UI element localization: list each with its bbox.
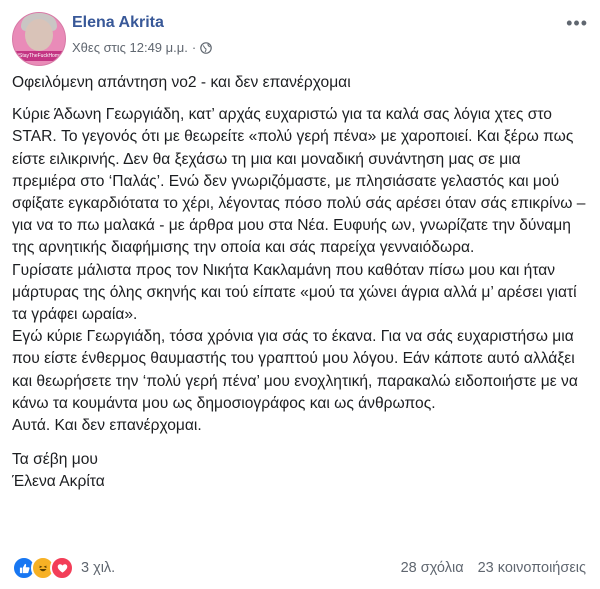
love-icon[interactable]: [50, 556, 74, 580]
post-title: Οφειλόμενη απάντηση νο2 - και δεν επανέρ…: [12, 74, 351, 91]
reactions-count[interactable]: 3 χιλ.: [81, 560, 115, 576]
post-content: Οφειλόμενη απάντηση νο2 - και δεν επανέρ…: [12, 72, 586, 494]
post-paragraph: Γυρίσατε μάλιστα προς τον Νικήτα Κακλαμά…: [12, 261, 577, 324]
author-name[interactable]: Elena Akrita: [72, 14, 164, 32]
signoff-line: Τα σέβη μου: [12, 451, 98, 469]
reactions-summary[interactable]: 3 χιλ.: [12, 556, 115, 580]
meta-separator: ·: [191, 40, 197, 55]
avatar-face: [25, 19, 53, 51]
more-options-icon[interactable]: •••: [566, 14, 588, 32]
globe-icon[interactable]: [200, 41, 213, 54]
post-paragraph: Εγώ κύριε Γεωργιάδη, τόσα χρόνια για σάς…: [12, 328, 578, 412]
post-footer: 3 χιλ. 28 σχόλια 23 κοινοποιήσεις: [12, 555, 586, 581]
post-paragraph: Αυτά. Και δεν επανέρχομαι.: [12, 417, 202, 435]
shares-count[interactable]: 23 κοινοποιήσεις: [478, 560, 586, 576]
post-paragraph: Κύριε Άδωνη Γεωργιάδη, κατ’ αρχάς ευχαρι…: [12, 106, 586, 257]
post-header: #StayTheFuckHome Elena Akrita Χθες στις …: [12, 8, 592, 66]
post-timestamp[interactable]: Χθες στις 12:49 μ.μ.: [72, 40, 188, 55]
comments-count[interactable]: 28 σχόλια: [401, 560, 464, 576]
signoff-name: Έλενα Ακρίτα: [12, 473, 105, 491]
avatar-banner: #StayTheFuckHome: [13, 51, 65, 61]
avatar[interactable]: #StayTheFuckHome: [12, 12, 66, 66]
post-meta: Χθες στις 12:49 μ.μ. ·: [72, 40, 213, 55]
